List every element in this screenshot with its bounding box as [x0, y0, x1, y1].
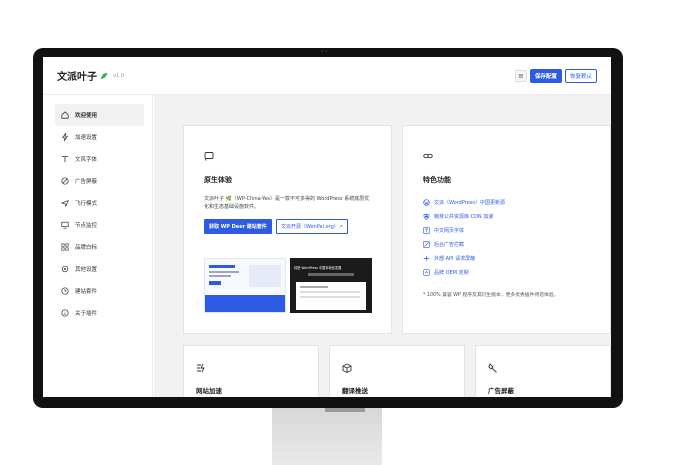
card-description: 文派叶子 🌿（WP-China-Yes）是一款不可多得的 WordPress 系…: [204, 196, 370, 210]
sidebar-item-fonts[interactable]: 文风字体: [55, 148, 144, 170]
info-icon: [61, 309, 69, 317]
feature-label: 萌芽公共资源库 CDN 加速: [434, 213, 494, 220]
sidebar-item-adblock[interactable]: 广告屏蔽: [55, 170, 144, 192]
preview-light-image[interactable]: [204, 258, 286, 313]
sidebar-item-speed[interactable]: 加速设置: [55, 126, 144, 148]
block-icon: [61, 177, 69, 185]
feature-item[interactable]: 文派（WordPress）中国更新源: [423, 195, 590, 209]
sidebar-item-welcome[interactable]: 欢迎使用: [55, 104, 144, 126]
save-button[interactable]: 保存配置: [529, 68, 562, 83]
package-icon: [342, 363, 352, 374]
card-title: 网站加速: [196, 387, 222, 395]
ad-block-card: 广告屏蔽: [475, 345, 611, 397]
sidebar-item-about[interactable]: 关于插件: [55, 302, 144, 324]
brand-icon: [423, 268, 430, 276]
monitor-frame: 文派叶子 v1.0 ≡ 保存配置 恢复默认 欢迎使用 加速设置 文风字体 广告屏…: [33, 48, 623, 408]
feature-item[interactable]: 后台广告拦截: [423, 237, 590, 251]
sidebar-item-suite[interactable]: 建站套件: [55, 280, 144, 302]
clock-icon: [61, 287, 69, 295]
feature-item[interactable]: 中文网页字体: [423, 223, 590, 237]
sidebar-item-label: 品牌白标: [75, 245, 98, 251]
feature-label: 文派（WordPress）中国更新源: [434, 199, 506, 206]
sidebar-item-label: 加速设置: [75, 135, 98, 141]
speed-icon: [197, 363, 205, 373]
sidebar-item-label: 欢迎使用: [75, 113, 98, 119]
settings-icon: [61, 265, 69, 273]
card-title: 原生体验: [204, 176, 232, 184]
monitor-icon: [61, 221, 69, 229]
sidebar-item-label: 文风字体: [75, 157, 98, 163]
card-actions: 获取 WP Deer 建站套件 文派开源（WenPai.org）↗: [204, 219, 371, 234]
sidebar: 欢迎使用 加速设置 文风字体 广告屏蔽 飞行模式 节点监控 品牌白标 其他设置 …: [43, 95, 153, 397]
sidebar-item-label: 其他设置: [75, 267, 98, 273]
card-title: 广告屏蔽: [488, 387, 514, 395]
app-header: 文派叶子 v1.0 ≡ 保存配置 恢复默认: [43, 57, 611, 95]
feature-list: 文派（WordPress）中国更新源 萌芽公共资源库 CDN 加速 中文网页字体: [423, 195, 590, 279]
compat-note: * 100% 兼容 WP 程序及其衍生版本，更多优秀插件待您体验。: [423, 293, 559, 298]
sidebar-item-brand[interactable]: 品牌白标: [55, 236, 144, 258]
brand: 文派叶子 v1.0: [57, 68, 124, 83]
font-icon: [61, 155, 69, 163]
preview-dark-caption: 将是 WordPress 中国本地化发展: [294, 266, 342, 270]
wp-icon: [423, 198, 430, 206]
feature-label: 品牌 OEM 定制: [434, 269, 469, 276]
grid-icon: [61, 243, 69, 251]
monitor-stand: [272, 408, 382, 465]
sidebar-item-label: 飞行模式: [75, 201, 98, 207]
feature-item[interactable]: 外部 API 请求屏蔽: [423, 251, 590, 265]
app-name: 文派叶子: [57, 72, 97, 83]
get-wpdeer-button[interactable]: 获取 WP Deer 建站套件: [204, 219, 272, 234]
ad-block-icon: [423, 240, 430, 248]
link-icon: [423, 153, 433, 159]
feature-label: 中文网页字体: [434, 227, 465, 234]
translation-push-card: 翻译推送: [329, 345, 465, 397]
header-actions: ≡ 保存配置 恢复默认: [514, 68, 597, 83]
feature-label: 外部 API 请求屏蔽: [434, 255, 476, 262]
stand-joint: [325, 408, 365, 412]
native-experience-card: 原生体验 文派叶子 🌿（WP-China-Yes）是一款不可多得的 WordPr…: [183, 125, 392, 334]
cast-icon: [204, 152, 214, 161]
sidebar-item-label: 广告屏蔽: [75, 179, 98, 185]
sidebar-item-monitor[interactable]: 节点监控: [55, 214, 144, 236]
sidebar-item-other[interactable]: 其他设置: [55, 258, 144, 280]
camera-icon: [321, 50, 327, 53]
card-title: 特色功能: [423, 176, 451, 184]
main-content: 原生体验 文派叶子 🌿（WP-China-Yes）是一款不可多得的 WordPr…: [154, 95, 611, 397]
reset-button[interactable]: 恢复默认: [564, 68, 597, 83]
api-icon: [423, 255, 430, 262]
version-label: v1.0: [113, 72, 124, 79]
sidebar-item-flight[interactable]: 飞行模式: [55, 192, 144, 214]
stage: 文派叶子 v1.0 ≡ 保存配置 恢复默认 欢迎使用 加速设置 文风字体 广告屏…: [0, 0, 690, 465]
feature-item[interactable]: 萌芽公共资源库 CDN 加速: [423, 209, 590, 223]
cloud-icon: [423, 213, 430, 220]
home-icon: [61, 111, 69, 119]
brush-icon: [488, 363, 497, 373]
leaf-icon: [100, 72, 108, 79]
font-icon: [423, 226, 430, 234]
feature-label: 后台广告拦截: [434, 241, 465, 248]
wenpai-open-button[interactable]: 文派开源（WenPai.org）↗: [275, 219, 348, 234]
site-speed-card: 网站加速: [183, 345, 319, 397]
menu-icon[interactable]: ≡: [514, 69, 527, 82]
sidebar-item-label: 关于插件: [75, 311, 98, 317]
preview-dark-image[interactable]: 将是 WordPress 中国本地化发展: [290, 258, 372, 313]
preview-thumbnails: 将是 WordPress 中国本地化发展: [204, 258, 372, 313]
feature-item[interactable]: 品牌 OEM 定制: [423, 265, 590, 279]
features-card: 特色功能 文派（WordPress）中国更新源 萌芽公共资源库 CDN 加速 中…: [402, 125, 611, 334]
plane-icon: [61, 199, 69, 207]
card-title: 翻译推送: [342, 387, 368, 395]
bolt-icon: [61, 133, 69, 141]
sidebar-item-label: 建站套件: [75, 289, 98, 295]
screen: 文派叶子 v1.0 ≡ 保存配置 恢复默认 欢迎使用 加速设置 文风字体 广告屏…: [43, 57, 611, 397]
sidebar-item-label: 节点监控: [75, 223, 98, 229]
